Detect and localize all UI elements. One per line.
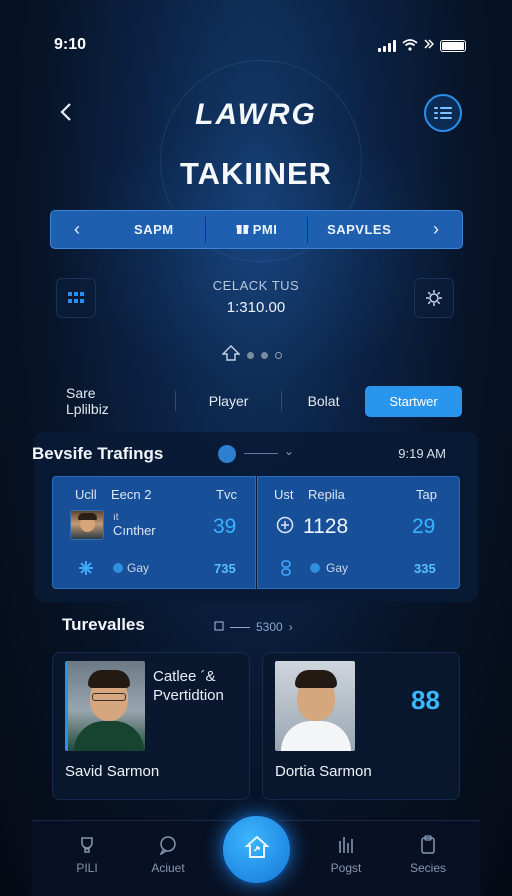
page-title: TAKIINER [179,156,333,191]
app-screen: 9:10 LAWRG TAKIINER ‹ SAPM PMI SAPVLES ›… [0,0,512,896]
calendar-icon [214,620,224,634]
page-dot[interactable] [247,352,254,359]
player-tag: Gay [127,561,150,575]
ranking-card-right[interactable]: Ust Repila Tap 1128 29 Gay 335 [257,476,460,589]
player-card-score: 88 [411,685,440,715]
player-card-desc: Catlee ´& Pvertidtion [153,668,224,704]
wifi-icon [402,39,418,53]
player-avatar [70,510,104,540]
segment-pmi[interactable]: PMI [206,210,308,249]
player-name: Cınther [113,523,156,538]
status-dot [310,563,320,573]
primary-value: 1128 [303,515,349,538]
col-label: Repila [308,487,345,502]
home-icon [243,834,270,865]
player-value: 735 [214,561,236,576]
nav-item-pogst[interactable]: Pogst [311,835,381,875]
list-icon [434,105,452,121]
tab-startwer[interactable]: Startwer [365,385,462,417]
cast-icon [424,37,435,55]
stats-icon [336,835,356,855]
player-card-name: Savid Sarmon [65,763,160,780]
star-icon [78,560,94,581]
segment-next-button[interactable]: › [410,219,462,240]
home-outline-icon [221,345,241,366]
player-card[interactable]: Catlee ´& Pvertidtion Savid Sarmon [52,652,250,800]
battery-icon [440,40,466,52]
player-photo [275,661,355,751]
target-icon [276,516,294,539]
featured-title: Turevalles [62,615,145,634]
refresh-icon[interactable] [218,445,236,463]
player-value: 335 [414,561,436,576]
featured-link-text: 5300 [256,620,283,634]
player-subtitle: ıt [113,512,119,523]
nav-item-secies[interactable]: Secies [393,835,463,875]
home-fab-button[interactable] [220,813,293,886]
player-score: 29 [412,515,436,538]
tab-bolat[interactable]: Bolat [282,393,365,409]
chat-icon [158,835,178,856]
link-icon [279,560,293,581]
page-indicator [221,345,282,366]
segment-prev-button[interactable]: ‹ [51,219,103,240]
page-dot[interactable] [261,352,268,359]
nav-item-pili[interactable]: PILI [52,835,122,875]
rankings-title: Bevsife Trafings [32,444,164,463]
segment-sapm[interactable]: SAPM [103,210,205,249]
tab-player[interactable]: Player [176,393,281,409]
trophy-icon [77,835,97,855]
chevron-right-icon: › [288,620,293,634]
arrow-line-icon [230,626,250,628]
player-card-name: Dortia Sarmon [275,763,372,780]
player-card[interactable]: 88 Dortia Sarmon [262,652,460,800]
status-dot [113,563,123,573]
ranking-card-left[interactable]: Ucll Eecn 2 Tvc ıt Cınther 39 Gay 735 [52,476,256,589]
nav-item-aciuet[interactable]: Aciuet [133,835,203,875]
signal-icon [378,40,396,52]
player-score: 39 [213,515,237,538]
tab-bar: Sare Lplilbiz Player Bolat Startwer [50,384,462,418]
menu-button[interactable] [424,94,462,132]
gift-icon [236,211,249,250]
divider-line [244,453,278,454]
player-photo [65,661,145,751]
page-dot[interactable] [275,352,282,359]
col-label: Ucll [75,487,97,502]
featured-link[interactable]: 5300 › [214,620,293,634]
col-label: Ust [274,487,294,502]
tab-sare-lplilbiz[interactable]: Sare Lplilbiz [50,385,141,417]
col-label: Tvc [216,487,237,502]
player-tag: Gay [326,561,349,575]
clipboard-icon [418,835,438,855]
status-time: 9:10 [54,36,87,53]
segment-bar: ‹ SAPM PMI SAPVLES › [50,210,463,249]
col-label: Eecn 2 [111,487,152,502]
chevron-down-icon[interactable]: ⌄ [284,444,294,458]
status-bar: 9:10 [0,30,512,58]
col-label: Tap [416,487,437,502]
status-icons [378,37,466,55]
rankings-time: 9:19 AM [398,446,446,461]
segment-sapvles[interactable]: SAPVLES [308,210,410,249]
settings-icon-button[interactable] [414,278,454,318]
